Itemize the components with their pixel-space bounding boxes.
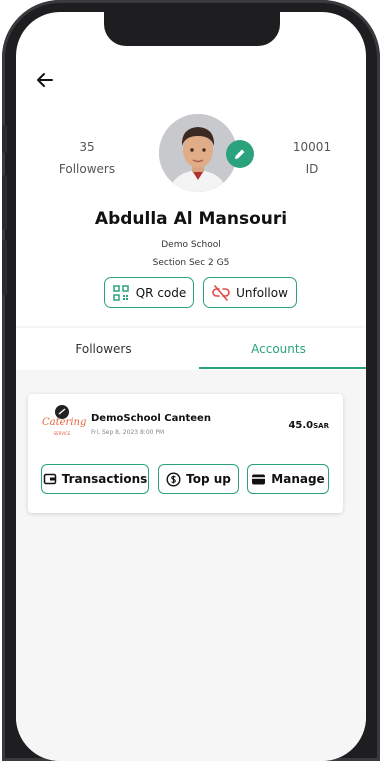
account-name: DemoSchool Canteen [91, 413, 211, 424]
volume-down-button [2, 240, 7, 295]
qr-code-label: QR code [135, 285, 187, 300]
notch [104, 12, 280, 46]
id-stat: 10001 ID [272, 136, 352, 180]
tab-accounts-label: Accounts [251, 342, 306, 356]
id-value: 10001 [292, 140, 332, 154]
balance-amount: 45.0 [288, 420, 314, 431]
volume-up-button [2, 175, 7, 230]
tab-followers-label: Followers [75, 342, 132, 356]
unfollow-label: Unfollow [236, 285, 288, 300]
transactions-button[interactable]: Transactions [41, 464, 149, 494]
account-date: Fri, Sep 8, 2023 8:00 PM [91, 429, 165, 436]
id-label: ID [305, 162, 319, 176]
card-icon [252, 474, 266, 484]
dollar-coin-icon [166, 471, 181, 487]
school-name: Demo School [161, 240, 221, 250]
student-name: Abdulla Al Mansouri [94, 209, 288, 229]
unlink-icon [212, 284, 230, 301]
logo-subtext: SERVICE [53, 431, 71, 436]
tab-followers[interactable]: Followers [16, 328, 191, 370]
unfollow-button[interactable]: Unfollow [203, 277, 297, 308]
section-text: Section Sec 2 G5 [152, 258, 230, 268]
transactions-label: Transactions [61, 472, 148, 486]
manage-button[interactable]: Manage [247, 464, 329, 494]
account-card: Catering SERVICE DemoSchool Canteen Fri,… [28, 394, 343, 513]
tab-accounts[interactable]: Accounts [191, 328, 366, 370]
catering-logo: Catering SERVICE [42, 404, 87, 440]
active-tab-indicator [199, 367, 366, 369]
edit-avatar-button[interactable] [226, 140, 254, 168]
qr-code-button[interactable]: QR code [104, 277, 194, 308]
followers-label: Followers [58, 162, 116, 176]
followers-count: 35 [79, 140, 95, 154]
qr-code-icon [112, 284, 129, 301]
top-up-label: Top up [186, 472, 231, 486]
balance-currency: SAR [313, 422, 329, 430]
tab-bar: Followers Accounts [16, 328, 366, 370]
logo-text: Catering [42, 417, 87, 428]
phone-frame: 35 Followers 10001 ID Abdulla Al Mansour… [2, 0, 380, 761]
back-button[interactable] [32, 67, 58, 93]
arrow-left-icon [37, 73, 53, 87]
accounts-panel: Catering SERVICE DemoSchool Canteen Fri,… [16, 370, 366, 761]
manage-label: Manage [271, 472, 325, 486]
mute-switch [2, 125, 7, 153]
followers-stat[interactable]: 35 Followers [47, 136, 127, 180]
top-up-button[interactable]: Top up [158, 464, 239, 494]
pencil-icon [235, 149, 245, 159]
screen: 35 Followers 10001 ID Abdulla Al Mansour… [16, 12, 366, 761]
wallet-icon [43, 473, 56, 485]
account-balance: 45.0SAR [288, 420, 329, 431]
